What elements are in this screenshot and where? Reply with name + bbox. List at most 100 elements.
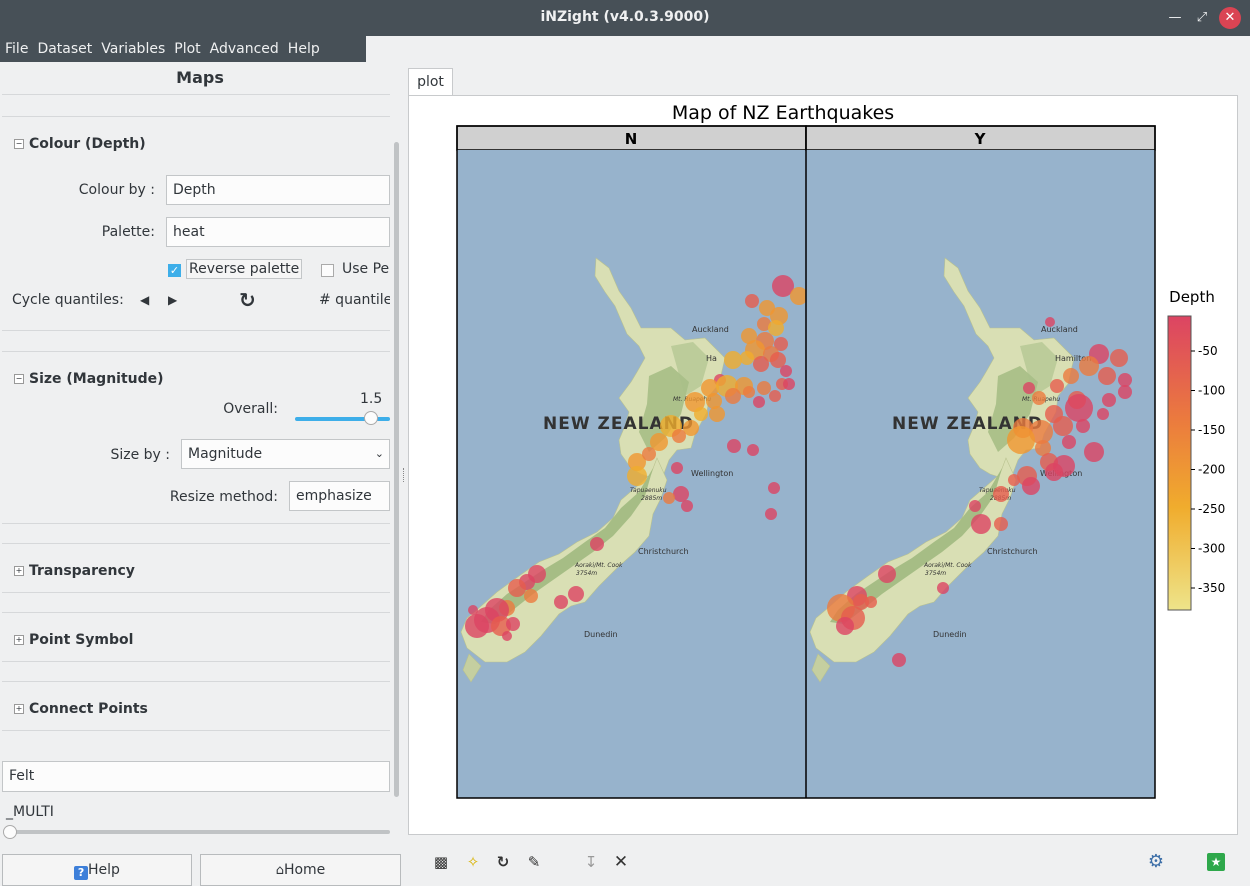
favourite-icon[interactable]: ★	[1207, 853, 1225, 871]
cook-height: 3754m	[576, 570, 597, 577]
refresh-icon[interactable]: ↻	[494, 853, 512, 871]
earthquake-point	[506, 617, 520, 631]
remove-icon[interactable]: ✕	[612, 853, 630, 871]
overall-slider-handle[interactable]	[364, 411, 378, 425]
earthquake-point	[1007, 426, 1035, 454]
palette-select[interactable]: heat	[166, 217, 390, 247]
panel-scrollbar[interactable]	[394, 142, 399, 797]
menu-help[interactable]: Help	[283, 36, 324, 62]
earthquake-point	[663, 492, 675, 504]
earthquake-point	[836, 617, 854, 635]
help-button[interactable]: ? Help	[2, 854, 192, 886]
earthquake-point	[1050, 379, 1064, 393]
plot-title: Map of NZ Earthquakes	[672, 102, 894, 124]
menu-plot[interactable]: Plot	[169, 36, 204, 62]
earthquake-point	[1053, 416, 1073, 436]
collapse-icon[interactable]: −	[14, 139, 24, 149]
expand-icon[interactable]: +	[14, 635, 24, 645]
maximize-icon[interactable]: ⤢	[1191, 7, 1213, 29]
edit-icon[interactable]: ✎	[525, 853, 543, 871]
home-button[interactable]: ⌂Home	[200, 854, 401, 886]
cycle-next-icon[interactable]: ▶	[168, 293, 177, 307]
earthquake-point	[1023, 382, 1035, 394]
earthquake-point	[783, 378, 795, 390]
plot-inference-icon[interactable]: ⚙	[1143, 853, 1169, 871]
legend-tick-label: -300	[1198, 542, 1225, 556]
overall-label: Overall:	[223, 401, 278, 417]
earthquake-point	[765, 508, 777, 520]
multi-slider-handle[interactable]	[3, 825, 17, 839]
earthquake-point	[627, 466, 647, 486]
size-group-header[interactable]: − Size (Magnitude)	[14, 371, 164, 387]
expand-icon[interactable]: +	[14, 566, 24, 576]
window-title: iNZight (v4.0.3.9000)	[540, 9, 710, 25]
earthquake-point	[1079, 356, 1099, 376]
use-percentiles-label: Use Pe	[342, 261, 390, 277]
minimize-icon[interactable]: —	[1164, 7, 1186, 29]
window-titlebar: iNZight (v4.0.3.9000) — ⤢ ✕	[0, 0, 1250, 36]
earthquake-point	[937, 582, 949, 594]
transparency-group-header[interactable]: + Transparency	[14, 563, 135, 579]
earthquake-point	[1008, 474, 1020, 486]
facet-variable-select[interactable]: Felt	[2, 761, 390, 792]
earthquake-point	[878, 565, 896, 583]
chevron-down-icon: ⌄	[374, 447, 384, 460]
earthquake-point	[709, 406, 725, 422]
earthquake-point	[740, 351, 754, 365]
earthquake-point	[1062, 435, 1076, 449]
cook-height: 3754m	[925, 570, 946, 577]
export-icon[interactable]: ▩	[432, 853, 450, 871]
earthquake-point	[768, 482, 780, 494]
legend-colorbar	[1167, 315, 1192, 611]
divider	[2, 612, 390, 613]
dunedin-label: Dunedin	[933, 630, 967, 639]
menu-advanced[interactable]: Advanced	[205, 36, 283, 62]
earthquake-point	[1097, 408, 1109, 420]
colour-by-input[interactable]: Depth	[166, 175, 390, 205]
resize-method-select[interactable]: emphasize	[289, 481, 390, 511]
earthquake-point	[1084, 442, 1104, 462]
colour-group-header[interactable]: − Colour (Depth)	[14, 136, 146, 152]
hamilton-label: Ha	[706, 354, 717, 363]
christchurch-label: Christchurch	[638, 547, 689, 556]
divider	[2, 94, 390, 95]
reverse-palette-checkbox[interactable]: ✓	[168, 264, 181, 277]
earthquake-point	[1110, 349, 1128, 367]
earthquake-point	[1118, 373, 1132, 387]
earthquake-point	[672, 429, 686, 443]
multi-slider[interactable]	[8, 830, 390, 834]
splitter-handle[interactable]	[403, 468, 406, 482]
connect-points-group-header[interactable]: + Connect Points	[14, 701, 148, 717]
dunedin-label: Dunedin	[584, 630, 618, 639]
reverse-palette-label[interactable]: Reverse palette	[186, 259, 303, 279]
earthquake-point	[590, 537, 604, 551]
close-icon[interactable]: ✕	[1219, 7, 1241, 29]
cycle-previous-icon[interactable]: ◀	[140, 293, 149, 307]
point-symbol-group-header[interactable]: + Point Symbol	[14, 632, 133, 648]
panel-title: Maps	[176, 68, 224, 87]
tab-plot[interactable]: plot	[408, 68, 453, 96]
earthquake-point	[681, 500, 693, 512]
earthquake-point	[724, 351, 742, 369]
new-plot-icon[interactable]: ✧	[464, 853, 482, 871]
menu-file[interactable]: File	[0, 36, 32, 62]
menu-dataset[interactable]: Dataset	[32, 36, 96, 62]
collapse-icon[interactable]: −	[14, 374, 24, 384]
download-icon[interactable]: ↧	[582, 853, 600, 871]
reset-cycle-icon[interactable]: ↻	[239, 288, 256, 312]
size-by-select[interactable]: Magnitude ⌄	[181, 439, 390, 469]
use-percentiles-checkbox[interactable]	[321, 264, 334, 277]
menu-variables[interactable]: Variables	[96, 36, 169, 62]
earthquake-point	[554, 595, 568, 609]
earthquake-point	[1032, 391, 1046, 405]
expand-icon[interactable]: +	[14, 704, 24, 714]
earthquake-point	[892, 653, 906, 667]
earthquake-point	[1045, 317, 1055, 327]
auckland-label: Auckland	[692, 325, 729, 334]
earthquake-point	[743, 386, 755, 398]
earthquake-point	[465, 614, 489, 638]
divider	[2, 116, 390, 117]
depth-legend: Depth -50 -100 -150 -200 -250 -300 -350	[1167, 288, 1225, 611]
legend-tick-label: -150	[1198, 423, 1225, 437]
legend-tick-label: -100	[1198, 384, 1225, 398]
